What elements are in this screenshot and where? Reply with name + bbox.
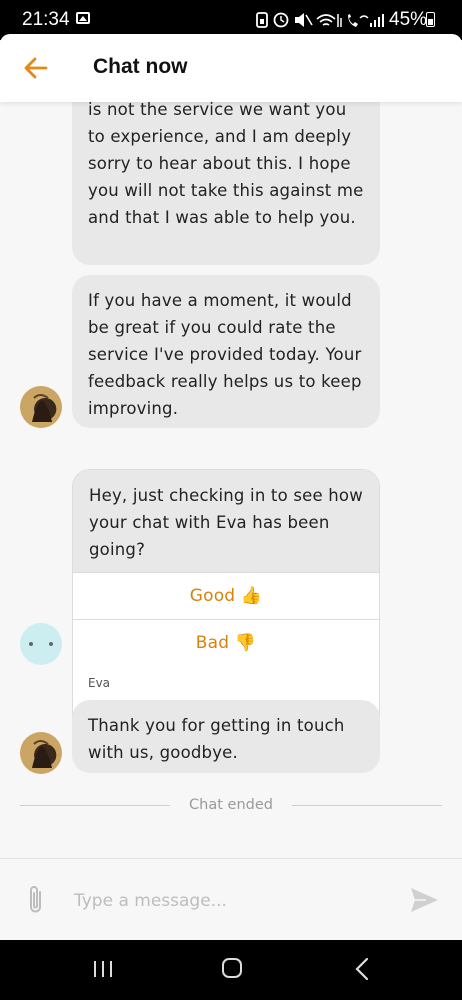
sender-name: Eva: [88, 676, 111, 690]
bot-message: Hey, just checking in to see how your ch…: [73, 470, 379, 572]
recents-button[interactable]: [92, 958, 114, 980]
agent-photo: [32, 740, 52, 768]
send-button[interactable]: [408, 885, 440, 915]
agent-avatar: [20, 732, 62, 774]
message-input[interactable]: [72, 885, 376, 917]
bot-eye-icon: [29, 642, 33, 646]
bot-eye-icon: [49, 642, 53, 646]
chevron-left-icon: [355, 957, 369, 981]
agent-message: Thank you for getting in touch with us, …: [72, 700, 380, 773]
chat-ended-label: Chat ended: [189, 797, 273, 813]
chat-ended-divider: Chat ended: [0, 797, 462, 817]
home-icon: [222, 958, 242, 978]
agent-avatar: [20, 386, 62, 428]
attach-button[interactable]: [24, 883, 48, 917]
agent-message: If you have a moment, it would be great …: [72, 275, 380, 428]
page-title: Chat now: [93, 55, 188, 78]
battery-percent: 45%: [389, 9, 428, 30]
bot-avatar: [20, 623, 62, 665]
agent-photo: [32, 394, 52, 422]
chat-header: Chat now: [0, 34, 462, 102]
rating-good-button[interactable]: Good 👍: [73, 572, 379, 619]
system-nav-bar: [0, 940, 462, 1000]
recents-icon: [94, 961, 112, 977]
battery-icon: [426, 12, 435, 27]
message-composer: [0, 858, 462, 941]
status-time: 21:34: [22, 9, 70, 30]
rating-bad-button[interactable]: Bad 👎: [73, 619, 379, 666]
image-icon: [76, 12, 90, 24]
back-button[interactable]: [20, 52, 52, 84]
arrow-left-icon: [24, 57, 48, 79]
home-button[interactable]: [221, 957, 243, 979]
agent-message: is not the service we want you to experi…: [72, 102, 380, 265]
chat-transcript[interactable]: is not the service we want you to experi…: [0, 102, 462, 858]
system-status-icons: [256, 12, 384, 28]
paperclip-icon: [30, 886, 41, 913]
status-icons: [255, 10, 385, 34]
system-back-button[interactable]: [354, 957, 370, 981]
send-icon: [411, 888, 438, 912]
